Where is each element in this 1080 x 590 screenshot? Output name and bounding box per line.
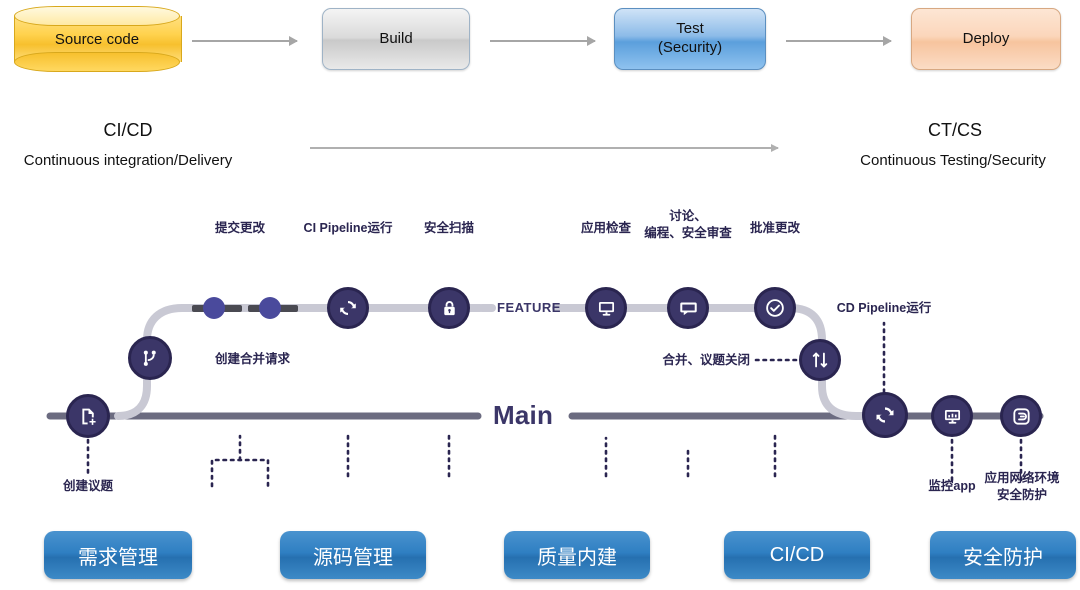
- dashboard-icon: [944, 409, 960, 424]
- lock-icon: [443, 300, 455, 315]
- pipeline-arrow-1: [192, 36, 298, 46]
- band-left-subtitle: Continuous integration/Delivery: [23, 152, 233, 169]
- chip-label: CI/CD: [769, 543, 825, 566]
- git-label-create-merge-request: 创建合并请求: [215, 352, 291, 366]
- capability-chip-quality-builtin[interactable]: 质量内建: [504, 531, 650, 579]
- git-label-cd-pipeline: CD Pipeline运行: [836, 301, 932, 315]
- new-issue-icon: [81, 408, 96, 425]
- pipeline-arrow-3: [786, 36, 892, 46]
- git-label-approve-change: 批准更改: [749, 221, 800, 235]
- chip-label: 质量内建: [537, 546, 617, 569]
- git-node-create-issue[interactable]: [66, 394, 110, 438]
- chip-label: 源码管理: [313, 546, 393, 569]
- pipeline-arrow-2: [490, 36, 596, 46]
- comment-icon: [679, 302, 697, 315]
- git-label-security-scan: 安全扫描: [423, 221, 474, 235]
- git-node-review[interactable]: [667, 287, 709, 329]
- pipeline-stage-test: Test (Security): [614, 8, 766, 70]
- git-node-merge-close[interactable]: [799, 339, 841, 381]
- band-right-title: CT/CS: [928, 120, 982, 140]
- git-label-review-line-1: 讨论、: [669, 209, 707, 223]
- pipeline-stage-build: Build: [322, 8, 470, 70]
- git-label-app-network-security: 应用网络环境 安全防护: [960, 470, 1080, 504]
- shield-protect-icon: [1012, 407, 1030, 425]
- git-node-ci-pipeline[interactable]: [327, 287, 369, 329]
- git-node-commit-2[interactable]: [259, 297, 281, 319]
- band-progress-arrow: [310, 143, 779, 152]
- git-label-merge-close: 合并、议题关闭: [662, 353, 750, 367]
- chip-label: 安全防护: [963, 546, 1043, 569]
- pipeline-stage-label: Build: [379, 29, 413, 47]
- merge-icon: [812, 352, 828, 368]
- git-node-create-merge-request[interactable]: [128, 336, 172, 380]
- check-circle-icon: [766, 299, 784, 317]
- capability-chip-security-protection[interactable]: 安全防护: [930, 531, 1076, 579]
- diagram-canvas: Source code Build Test (Security) Deploy…: [0, 0, 1080, 590]
- sync-icon: [340, 301, 356, 315]
- git-node-approve-change[interactable]: [754, 287, 796, 329]
- feature-branch-label: FEATURE: [497, 300, 561, 315]
- band-right-subtitle: Continuous Testing/Security: [860, 152, 1046, 169]
- main-branch-label: Main: [493, 400, 554, 430]
- git-node-app-network-security[interactable]: [1000, 395, 1042, 437]
- monitor-icon: [598, 301, 614, 316]
- capability-chip-requirements-management[interactable]: 需求管理: [44, 531, 192, 579]
- capability-chip-source-management[interactable]: 源码管理: [280, 531, 426, 579]
- pipeline-stage-label: Source code: [54, 30, 140, 48]
- chip-label: 需求管理: [78, 546, 158, 569]
- git-label-create-issue: 创建议题: [62, 479, 113, 493]
- branch-icon: [143, 350, 156, 366]
- git-node-cd-pipeline[interactable]: [862, 392, 908, 438]
- git-label-ci-pipeline: CI Pipeline运行: [303, 221, 393, 235]
- capability-chip-ci-cd[interactable]: CI/CD: [724, 531, 870, 579]
- band-left-title: CI/CD: [103, 120, 153, 140]
- git-label-app-network-security-line-2: 安全防护: [996, 487, 1047, 502]
- pipeline-stage-label: Test (Security): [657, 20, 723, 56]
- git-label-commit-changes: 提交更改: [214, 221, 265, 235]
- git-node-app-check[interactable]: [585, 287, 627, 329]
- sync-icon: [876, 407, 894, 423]
- pipeline-stage-deploy: Deploy: [911, 8, 1061, 70]
- git-node-security-scan[interactable]: [428, 287, 470, 329]
- pipeline-stage-label: Deploy: [962, 29, 1010, 47]
- git-label-review-line-2: 编程、安全审查: [644, 225, 732, 240]
- git-node-commit-1[interactable]: [203, 297, 225, 319]
- pipeline-stage-source-code: Source code: [14, 6, 182, 72]
- git-node-monitor-app[interactable]: [931, 395, 973, 437]
- git-label-app-network-security-line-1: 应用网络环境: [984, 471, 1060, 485]
